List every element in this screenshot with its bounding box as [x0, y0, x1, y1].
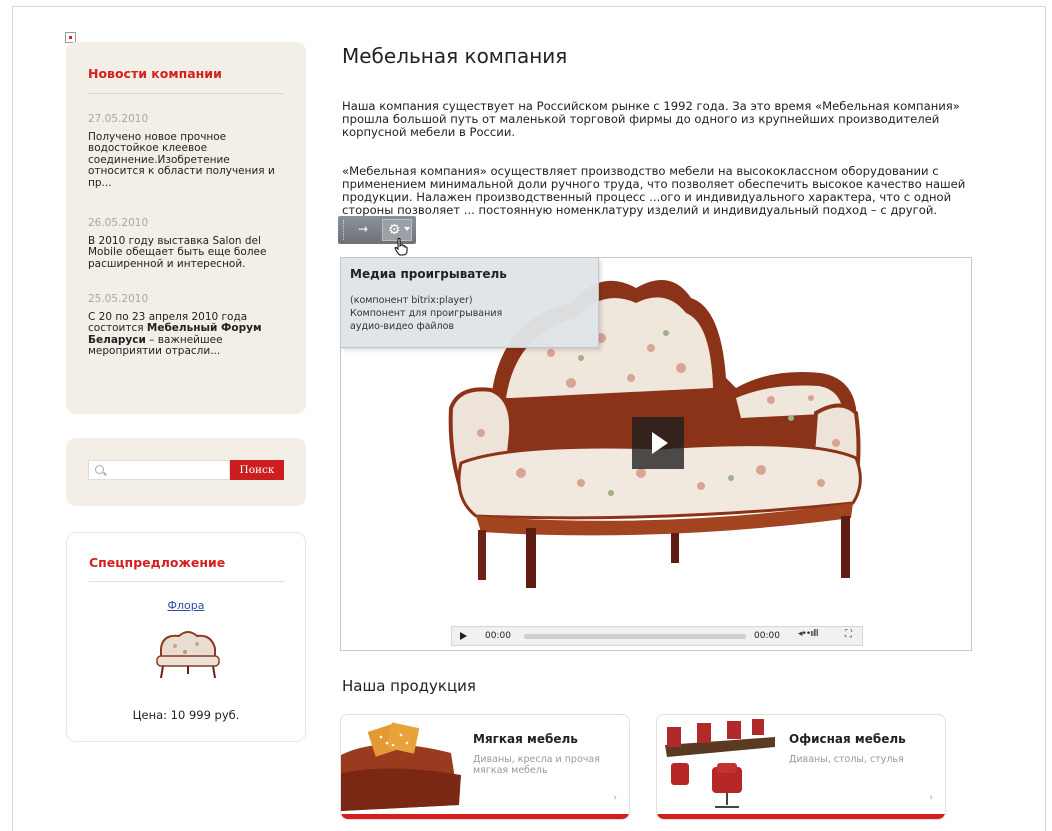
products-section-title: Наша продукция — [342, 677, 476, 695]
current-time: 00:00 — [485, 631, 511, 641]
product-card-accent-bar — [657, 814, 945, 819]
news-date: 26.05.2010 — [88, 217, 149, 229]
soft-furniture-image — [341, 715, 466, 815]
office-furniture-image — [657, 715, 782, 815]
hand-cursor-icon — [394, 238, 408, 256]
special-offer-box: Спецпредложение Флора Цена: 10 999 руб. — [66, 532, 306, 742]
drag-handle-icon[interactable] — [343, 220, 347, 240]
chevron-down-icon — [404, 227, 410, 231]
gear-icon: ⚙ — [388, 222, 401, 238]
total-time: 00:00 — [754, 631, 780, 641]
fullscreen-icon[interactable]: ⛶ — [845, 630, 855, 640]
component-tooltip: Медиа проигрыватель (компонент bitrix:pl… — [340, 258, 599, 348]
product-card-office-furniture[interactable]: Офисная мебель Диваны, столы, стулья › — [656, 714, 946, 820]
special-offer-title: Спецпредложение — [89, 555, 226, 570]
news-box: Новости компании 27.05.2010 Получено нов… — [66, 42, 306, 414]
news-date: 27.05.2010 — [88, 113, 149, 125]
news-item[interactable]: 26.05.2010 В 2010 году выставка Salon de… — [88, 217, 288, 270]
player-controls: 00:00 00:00 ◂••ıılll ⛶ — [451, 626, 863, 646]
volume-icon[interactable]: ◂••ıılll — [798, 629, 819, 639]
special-divider — [89, 581, 285, 582]
tooltip-title: Медиа проигрыватель — [350, 267, 507, 281]
progress-bar[interactable] — [524, 634, 746, 639]
news-item[interactable]: 25.05.2010 С 20 по 23 апреля 2010 года с… — [88, 293, 288, 358]
chevron-right-icon: › — [613, 793, 617, 803]
search-button[interactable]: Поиск — [230, 460, 284, 480]
play-overlay-button[interactable] — [632, 417, 684, 469]
special-offer-link[interactable]: Флора — [67, 599, 305, 612]
product-card-soft-furniture[interactable]: Мягкая мебель Диваны, кресла и прочая мя… — [340, 714, 630, 820]
tooltip-line: (компонент bitrix:player) — [350, 295, 473, 306]
search-icon — [95, 465, 104, 474]
news-title: Новости компании — [88, 66, 222, 81]
intro-paragraph: Наша компания существует на Российском р… — [342, 99, 960, 139]
search-input[interactable] — [88, 460, 230, 480]
news-divider — [88, 93, 284, 94]
product-description: Диваны, кресла и прочая мягкая мебель — [473, 754, 600, 776]
news-date: 25.05.2010 — [88, 293, 149, 305]
chevron-right-icon: › — [929, 793, 933, 803]
news-text[interactable]: В 2010 году выставка Salon del Mobile об… — [88, 235, 266, 270]
move-arrow-icon[interactable]: → — [358, 222, 368, 236]
description-paragraph: «Мебельная компания» осуществляет произв… — [342, 164, 966, 217]
news-item[interactable]: 27.05.2010 Получено новое прочное водост… — [88, 113, 288, 189]
product-title: Мягкая мебель — [473, 732, 578, 746]
product-description: Диваны, столы, стулья — [789, 754, 904, 765]
search-box: Поиск — [66, 438, 306, 506]
news-text[interactable]: Получено новое прочное водостойкое клеев… — [88, 131, 275, 189]
tooltip-line: аудио-видео файлов — [350, 321, 455, 332]
play-icon[interactable] — [460, 632, 467, 640]
special-offer-price: Цена: 10 999 руб. — [132, 708, 240, 722]
product-title: Офисная мебель — [789, 732, 906, 746]
product-card-accent-bar — [341, 814, 629, 819]
tooltip-line: Компонент для проигрывания — [350, 308, 503, 319]
page-title: Мебельная компания — [342, 44, 568, 68]
sofa-thumbnail-image[interactable] — [151, 626, 225, 680]
